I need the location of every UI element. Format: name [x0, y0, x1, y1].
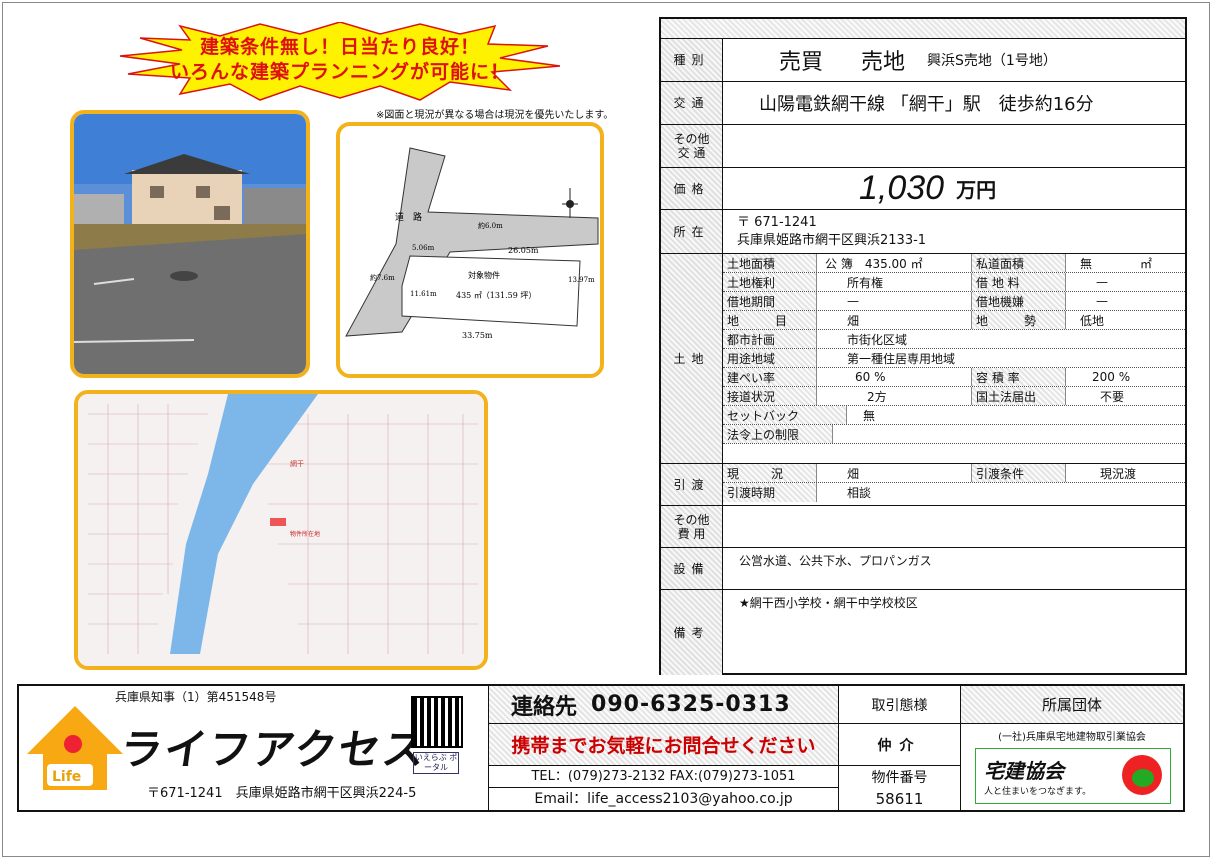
location-map-frame: 物件所在地 網干 — [74, 390, 488, 670]
svg-text:Life: Life — [52, 769, 81, 785]
inquiry-message: 携帯までお気軽にお問合せください — [489, 724, 838, 766]
row-other-cost: その他 費 用 — [661, 506, 1185, 548]
property-name: 興浜S売地（1号地） — [927, 53, 1057, 69]
spec-table: 種別 売買 売地 興浜S売地（1号地） 交通 山陽電鉄網干線 「網干」駅 徒歩約… — [659, 17, 1187, 675]
row-address: 所在 〒 671-1241 兵庫県姫路市網干区興浜2133-1 — [661, 210, 1185, 254]
row-land: 土地 土地面積 公 簿 435.00 ㎡ 私道面積 無 ㎡ 土地権利 所有権 借… — [661, 254, 1185, 464]
row-type: 種別 売買 売地 興浜S売地（1号地） — [661, 39, 1185, 82]
land-line-2: 土地権利 所有権 借 地 料 — — [723, 273, 1185, 292]
site-plan-drawing: 道 路 対象物件 435 ㎡（131.59 坪） 26.05m 33.75m 5… — [345, 147, 599, 340]
plan-label-area: 435 ㎡（131.59 坪） — [456, 291, 536, 300]
plan-label-c: 約7.6m — [370, 273, 395, 282]
property-type: 売地 — [861, 50, 906, 75]
land-line-4: 地 目 畑 地 勢 低地 — [723, 311, 1185, 330]
remarks-value: ★網干西小学校・網干中学校校区 — [739, 596, 918, 610]
contact-section: 連絡先 090-6325-0313 携帯までお気軽にお問合せください TEL：(… — [488, 686, 838, 810]
land-line-10: 法令上の制限 — [723, 425, 1185, 444]
takken-logo: 宅建協会 人と住まいをつなぎます。 — [975, 748, 1171, 804]
row-transport: 交通 山陽電鉄網干線 「網干」駅 徒歩約16分 — [661, 82, 1185, 125]
agency-address: 〒671-1241 兵庫県姫路市網干区興浜224-5 — [147, 786, 417, 801]
portal-badge: いえらぶ ポータル — [413, 752, 459, 774]
contact-phone[interactable]: 090-6325-0313 — [591, 692, 791, 717]
location-map: 物件所在地 網干 — [78, 394, 484, 666]
land-line-3: 借地期間 — 借地機嫌 — — [723, 292, 1185, 311]
land-line-7: 建ぺい率 60 % 容 積 率 200 % — [723, 368, 1185, 387]
plan-label-depth: 33.75m — [462, 331, 493, 340]
transport-value: 山陽電鉄網干線 「網干」駅 徒歩約16分 — [759, 94, 1094, 115]
map-property-label: 物件所在地 — [290, 530, 320, 538]
headline-line-2: いろんな建築プランニングが可能に！ — [169, 61, 510, 83]
map-station-label: 網干 — [290, 459, 304, 468]
land-line-1: 土地面積 公 簿 435.00 ㎡ 私道面積 無 ㎡ — [723, 254, 1185, 273]
property-photo — [74, 114, 306, 374]
email[interactable]: Email：life_access2103@yahoo.co.jp — [489, 788, 838, 810]
land-line-6: 用途地域 第一種住居専用地域 — [723, 349, 1185, 368]
agency-name: ライフアクセス — [117, 725, 430, 774]
disclaimer-note: ※図面と現況が異なる場合は現況を優先いたします。 — [376, 110, 614, 121]
row-other-transport: その他 交 通 — [661, 125, 1185, 168]
deal-mode: 仲介 — [839, 724, 960, 766]
tel-fax: TEL：(079)273-2132 FAX:(079)273-1051 — [489, 766, 838, 788]
property-number: 58611 — [875, 790, 924, 808]
qr-code-icon — [411, 696, 463, 748]
land-line-5: 都市計画 市街化区域 — [723, 330, 1185, 349]
land-line-9: セットバック 無 — [723, 406, 1185, 425]
deal-section: 取引態様 仲介 物件番号 58611 — [838, 686, 960, 810]
facilities-value: 公営水道、公共下水、プロパンガス — [739, 554, 932, 568]
price-value: 1,030 — [859, 169, 945, 207]
postal-code: 〒 671-1241 — [737, 214, 817, 230]
plan-label-road: 道 路 — [395, 211, 422, 223]
site-plan-frame: 道 路 対象物件 435 ㎡（131.59 坪） 26.05m 33.75m 5… — [336, 122, 604, 378]
plan-label-a: 5.06m — [412, 244, 435, 252]
address-value: 兵庫県姫路市網干区興浜2133-1 — [737, 232, 927, 248]
association-name: (一社)兵庫県宅地建物取引業協会 — [998, 732, 1146, 743]
deal-type: 売買 — [779, 50, 824, 75]
plan-label-target: 対象物件 — [468, 270, 500, 280]
plan-label-e: 13.97m — [568, 276, 595, 284]
agency-box: 兵庫県知事（1）第451548号 Life ライフアクセス 〒671-1241 … — [17, 684, 1185, 812]
real-partner-icon — [1122, 755, 1162, 795]
row-facilities: 設備 公営水道、公共下水、プロパンガス — [661, 548, 1185, 590]
plan-label-b: 約6.0m — [478, 221, 503, 230]
row-delivery: 引渡 現 況 畑 引渡条件 現況渡 引渡時期 相談 — [661, 464, 1185, 506]
headline-banner: 建築条件無し！日当たり良好！ いろんな建築プランニングが可能に！ — [120, 22, 560, 102]
row-price: 価格 1,030 万円 — [661, 168, 1185, 210]
headline-line-1: 建築条件無し！日当たり良好！ — [199, 36, 480, 58]
plan-label-frontage: 26.05m — [508, 246, 539, 255]
property-photo-frame — [70, 110, 310, 378]
license-number: 兵庫県知事（1）第451548号 — [115, 690, 277, 704]
contact-label: 連絡先 — [511, 694, 578, 720]
plan-label-d: 11.61m — [410, 290, 437, 298]
price-unit: 万円 — [956, 178, 997, 202]
land-line-8: 接道状況 2方 国土法届出 不要 — [723, 387, 1185, 406]
row-remarks: 備考 ★網干西小学校・網干中学校校区 — [661, 590, 1185, 675]
life-access-logo-icon: Life — [27, 706, 123, 790]
association-section: 所属団体 (一社)兵庫県宅地建物取引業協会 宅建協会 人と住まいをつなぎます。 — [960, 686, 1183, 810]
north-arrow-icon — [562, 188, 578, 218]
